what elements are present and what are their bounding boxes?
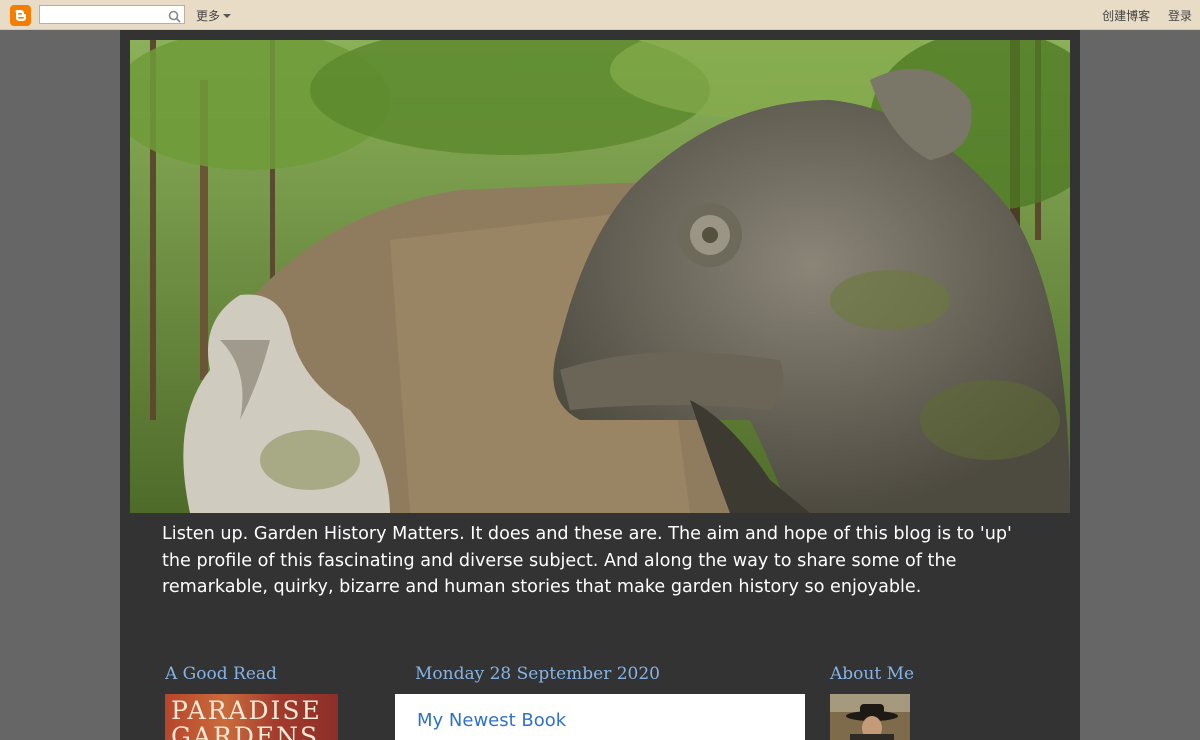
profile-photo xyxy=(830,694,910,740)
chevron-down-icon xyxy=(223,14,232,18)
blogger-navbar: 更多 创建博客 登录 xyxy=(0,0,1200,30)
avatar[interactable] xyxy=(830,694,910,740)
blog-content-outer: Listen up. Garden History Matters. It do… xyxy=(120,30,1080,740)
navbar-search xyxy=(39,5,185,24)
search-icon[interactable] xyxy=(168,8,181,27)
post-card: My Newest Book xyxy=(395,694,805,740)
search-input[interactable] xyxy=(42,7,162,22)
about-me-title: About Me xyxy=(830,664,915,684)
post-date-header: Monday 28 September 2020 xyxy=(415,664,660,684)
book-cover-text: PARADISE GARDENS xyxy=(171,696,322,740)
sign-in-link[interactable]: 登录 xyxy=(1168,9,1192,23)
more-menu-button[interactable]: 更多 xyxy=(196,7,232,24)
sidebar-left-title: A Good Read xyxy=(165,664,277,684)
more-menu-label: 更多 xyxy=(196,9,221,23)
book-cover-image[interactable]: PARADISE GARDENS xyxy=(165,694,338,740)
post-title-link[interactable]: My Newest Book xyxy=(417,710,566,731)
create-blog-link[interactable]: 创建博客 xyxy=(1102,9,1150,23)
blogger-logo-icon[interactable] xyxy=(10,5,31,26)
navbar-right-links: 创建博客 登录 xyxy=(1088,7,1192,24)
header-photo-stone-monster xyxy=(130,40,1070,513)
header-image[interactable] xyxy=(130,40,1070,513)
blog-description: Listen up. Garden History Matters. It do… xyxy=(162,524,1012,597)
